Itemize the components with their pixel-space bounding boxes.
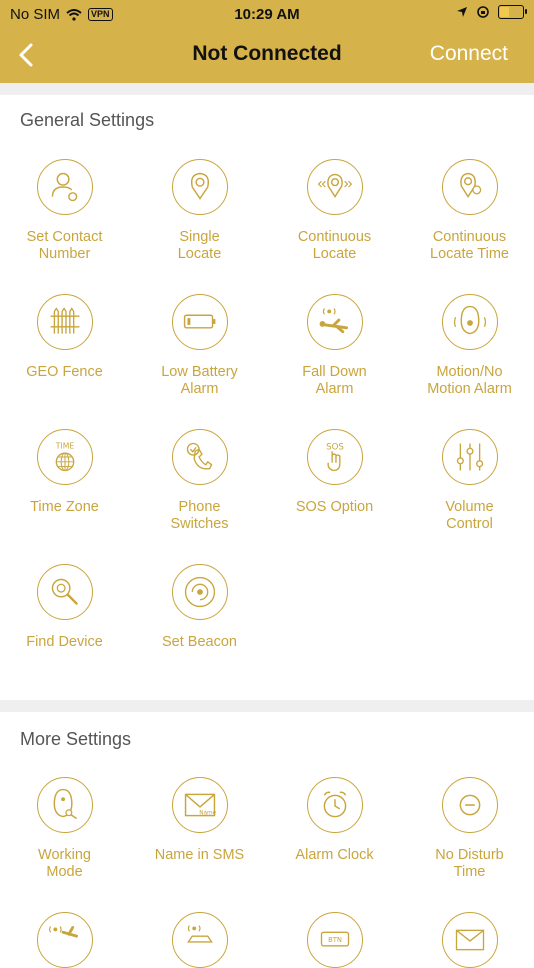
alarm-clock-icon <box>323 791 346 818</box>
find-device-button[interactable]: Find Device <box>0 564 132 651</box>
volume-control-label: Volume Control <box>445 499 494 532</box>
svg-text:TIME: TIME <box>54 441 74 450</box>
sos-hand-icon: SOS <box>326 442 344 472</box>
set-beacon-button[interactable]: Set Beacon <box>132 564 267 651</box>
svg-text:SOS: SOS <box>326 442 344 452</box>
set-contact-number-button[interactable]: Set Contact Number <box>0 159 132 263</box>
phone-check-icon <box>186 442 212 470</box>
motion-alarm-label: Motion/No Motion Alarm <box>427 364 512 397</box>
single-locate-button[interactable]: Single Locate <box>132 159 267 263</box>
fence-icon <box>50 307 79 334</box>
connect-button[interactable]: Connect <box>430 42 508 66</box>
location-arrow-icon <box>457 7 467 17</box>
find-device-label: Find Device <box>26 634 103 650</box>
low-battery-icon <box>183 314 215 329</box>
location-time-icon <box>459 172 481 198</box>
phone-switches-button[interactable]: Phone Switches <box>132 429 267 533</box>
set-beacon-label: Set Beacon <box>162 634 237 650</box>
time-zone-button[interactable]: TIME Time Zone <box>0 429 132 516</box>
low-battery-alarm-label: Low Battery Alarm <box>161 364 238 397</box>
section-divider <box>0 83 534 95</box>
geo-fence-label: GEO Fence <box>26 364 103 380</box>
svg-text:Name: Name <box>199 811 216 817</box>
motion-device-icon <box>453 305 486 335</box>
mail-lock-button[interactable] <box>402 912 534 968</box>
location-pin-icon <box>190 172 209 200</box>
top-bar: No SIM VPN 10:29 AM Not Connected Connec… <box>0 0 534 83</box>
sos-option-button[interactable]: SOS SOS Option <box>267 429 402 516</box>
continuous-locate-time-label: Continuous Locate Time <box>430 229 509 262</box>
working-mode-icon <box>53 788 77 820</box>
no-disturb-icon <box>459 794 480 816</box>
time-globe-icon: TIME <box>54 441 74 472</box>
section-divider <box>0 700 534 712</box>
working-mode-label: Working Mode <box>38 847 91 880</box>
no-disturb-time-label: No Disturb Time <box>435 847 504 880</box>
single-locate-label: Single Locate <box>177 229 222 262</box>
battery-icon <box>498 5 527 19</box>
low-battery-alarm-button[interactable]: Low Battery Alarm <box>132 294 267 398</box>
time-zone-label: Time Zone <box>30 499 99 515</box>
fall-down-alarm-label: Fall Down Alarm <box>302 364 367 397</box>
fall-down-alarm-button[interactable]: Fall Down Alarm <box>267 294 402 398</box>
svg-text:BTN: BTN <box>328 936 342 944</box>
more-settings-title: More Settings <box>20 729 132 749</box>
continuous-locate-button[interactable]: Continuous Locate <box>267 159 402 263</box>
car-signal-button[interactable] <box>132 912 267 968</box>
sos-option-label: SOS Option <box>295 499 374 515</box>
status-time: 10:29 AM <box>234 6 300 23</box>
status-bar: No SIM VPN 10:29 AM <box>0 0 534 28</box>
rotation-lock-icon <box>477 6 489 18</box>
fall-down-icon <box>319 308 348 334</box>
beacon-icon <box>184 576 215 608</box>
volume-control-button[interactable]: Volume Control <box>402 429 534 533</box>
find-device-icon <box>51 578 78 605</box>
volume-sliders-icon <box>456 443 483 471</box>
fall-signal-button[interactable] <box>0 912 132 968</box>
continuous-locate-time-button[interactable]: Continuous Locate Time <box>402 159 534 263</box>
motion-alarm-button[interactable]: Motion/No Motion Alarm <box>402 294 534 398</box>
alarm-clock-button[interactable]: Alarm Clock <box>267 777 402 864</box>
working-mode-button[interactable]: Working Mode <box>0 777 132 881</box>
name-in-sms-label: Name in SMS <box>154 847 245 863</box>
phone-switches-label: Phone Switches <box>170 499 229 532</box>
contact-settings-icon <box>51 172 77 202</box>
geo-fence-button[interactable]: GEO Fence <box>0 294 132 381</box>
fall-signal-icon <box>48 926 78 938</box>
continuous-location-icon <box>317 173 352 198</box>
set-contact-number-label: Set Contact Number <box>26 229 103 262</box>
no-disturb-time-button[interactable]: No Disturb Time <box>402 777 534 881</box>
button-settings-button[interactable]: BTN <box>267 912 402 968</box>
continuous-locate-label: Continuous Locate <box>297 229 372 262</box>
button-settings-icon: BTN <box>320 931 349 947</box>
car-signal-icon <box>186 925 213 943</box>
alarm-clock-label: Alarm Clock <box>295 847 374 863</box>
sms-envelope-icon: Name <box>184 793 216 817</box>
name-in-sms-button[interactable]: Name Name in SMS <box>132 777 267 864</box>
mail-lock-icon <box>455 929 484 951</box>
general-settings-title: General Settings <box>20 110 155 130</box>
